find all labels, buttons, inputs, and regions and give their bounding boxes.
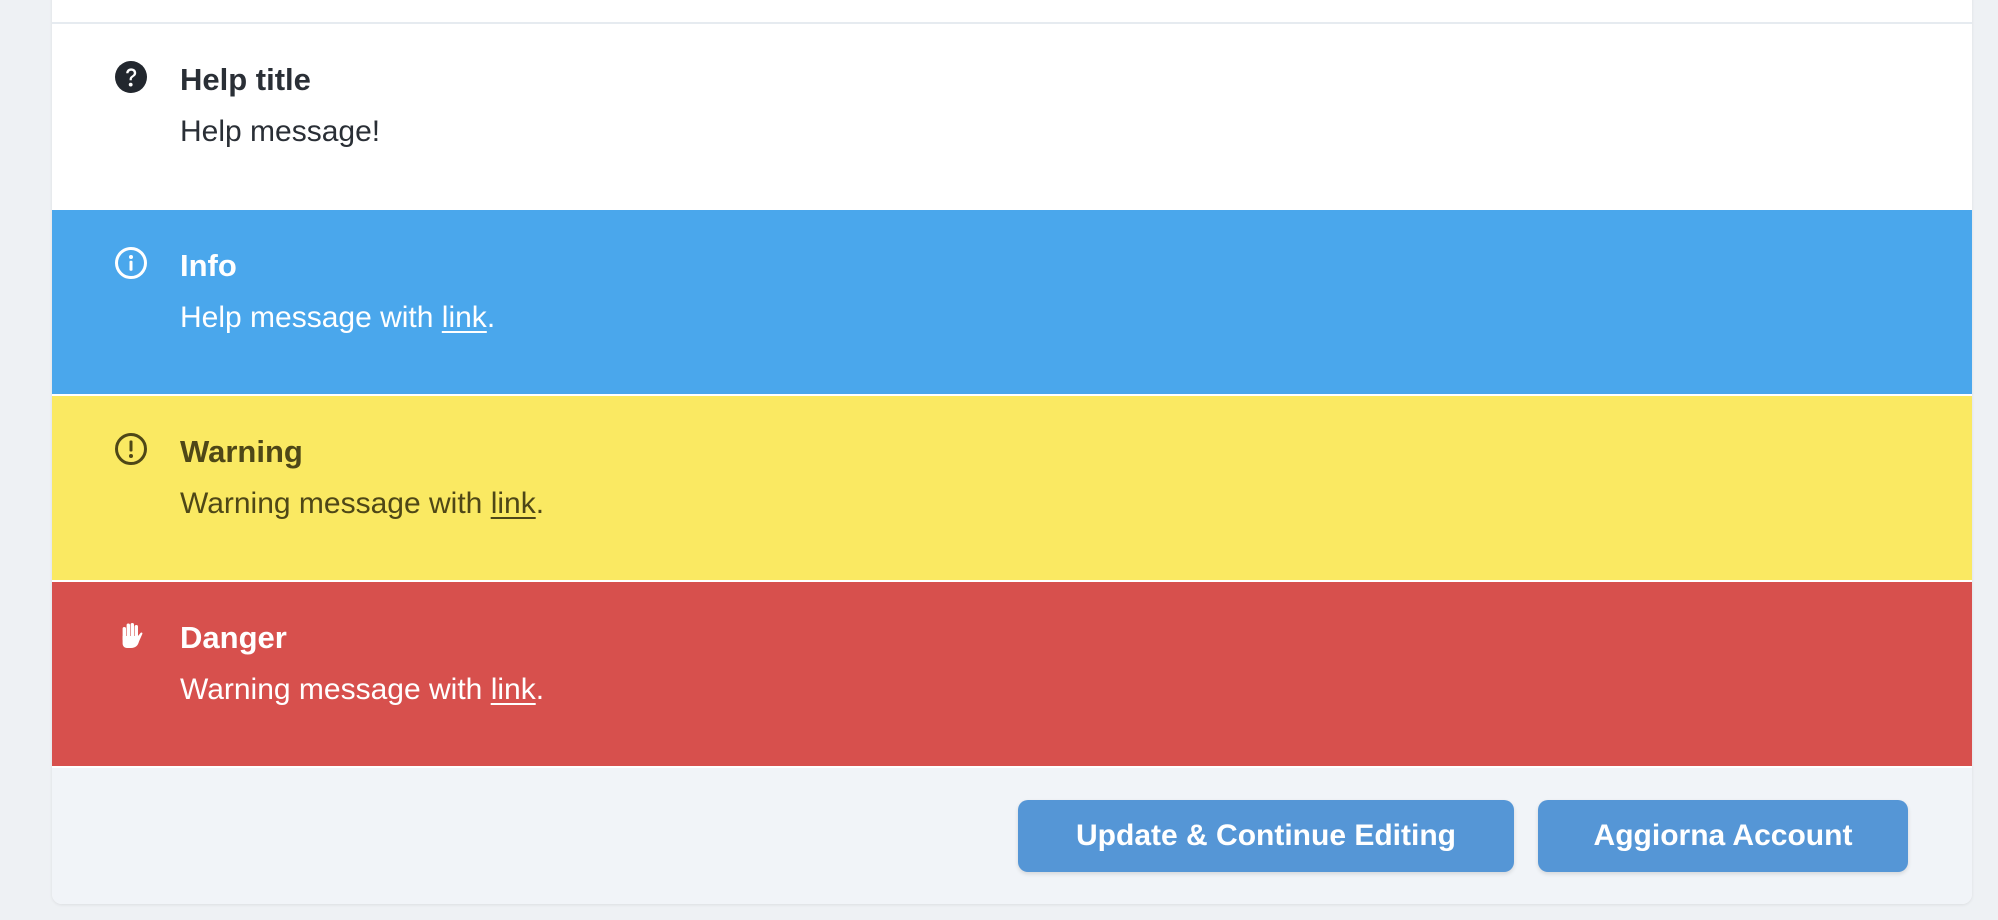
exclamation-circle-icon [114,432,148,466]
message-text: Help message with [180,301,442,334]
hand-stop-icon [114,618,148,652]
message-link[interactable]: link [442,301,487,334]
alert-title: Warning [180,434,303,469]
message-suffix: . [486,301,496,334]
update-continue-editing-button[interactable]: Update & Continue Editing [1018,800,1514,872]
help-alert: Help title Help message! [52,24,1972,208]
alert-message: Help message! [180,115,381,148]
alert-title: Info [180,248,237,283]
alert-message: Warning message with link. [180,670,544,710]
message-suffix: . [535,487,545,520]
danger-alert: Danger Warning message with link. [52,582,1972,766]
alert-title: Help title [180,62,311,97]
alert-title: Danger [180,620,287,655]
message-text: Warning message with [180,673,491,706]
update-account-button[interactable]: Aggiorna Account [1538,800,1908,872]
form-footer: Update & Continue Editing Aggiorna Accou… [52,768,1972,904]
warning-alert: Warning Warning message with link. [52,396,1972,580]
question-circle-icon [114,60,148,94]
message-suffix: . [535,673,545,706]
form-card: Help title Help message! Info Help messa… [52,0,1972,904]
message-link[interactable]: link [491,487,536,520]
message-link[interactable]: link [491,673,536,706]
alert-message: Help message with link. [180,298,495,338]
info-circle-icon [114,246,148,280]
alert-message: Warning message with link. [180,484,544,524]
info-alert: Info Help message with link. [52,210,1972,394]
message-text: Warning message with [180,487,491,520]
